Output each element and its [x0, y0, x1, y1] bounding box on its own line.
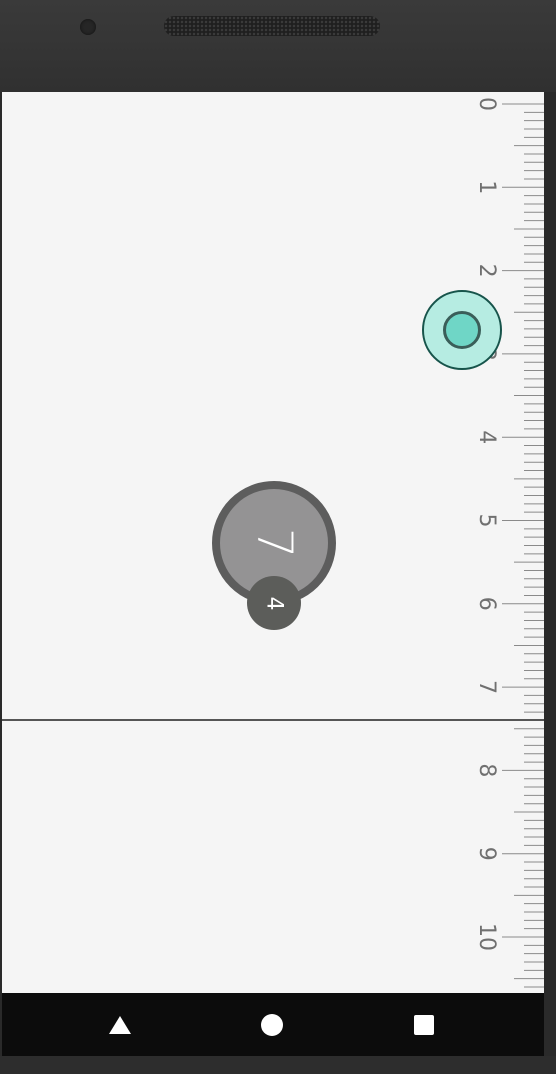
circle-home-icon: [261, 1013, 283, 1036]
ruler-label: 4: [474, 430, 499, 444]
measurement-line[interactable]: [2, 719, 544, 721]
ruler-label: 6: [474, 597, 499, 611]
android-nav-bar: [2, 993, 544, 1056]
measurement-sub-value: 4: [261, 596, 287, 610]
home-button[interactable]: [232, 993, 312, 1056]
ruler-label: 1: [474, 180, 499, 194]
back-button[interactable]: [80, 993, 160, 1056]
ruler-label: 0: [474, 97, 499, 111]
measurement-value: 7: [245, 527, 302, 559]
ruler-label: 2: [474, 264, 499, 278]
earpiece-speaker: [164, 16, 380, 36]
ruler-label: 5: [474, 514, 499, 528]
ruler-label: 8: [474, 763, 499, 777]
phone-bezel-bottom: [0, 1056, 556, 1074]
front-camera: [80, 19, 96, 35]
measurement-fraction-badge[interactable]: 4: [247, 576, 301, 630]
top-measure-handle[interactable]: [422, 290, 502, 370]
ruler-label: 7: [474, 680, 499, 694]
triangle-back-icon: [109, 1015, 131, 1034]
phone-bezel-top: [0, 0, 556, 92]
ruler-label: 9: [474, 847, 499, 861]
recents-button[interactable]: [384, 993, 464, 1056]
ruler-label: 10: [474, 923, 499, 951]
app-screen: 012345678910 7 4: [2, 92, 544, 993]
handle-center-dot: [443, 311, 481, 349]
square-recents-icon: [414, 1014, 434, 1035]
